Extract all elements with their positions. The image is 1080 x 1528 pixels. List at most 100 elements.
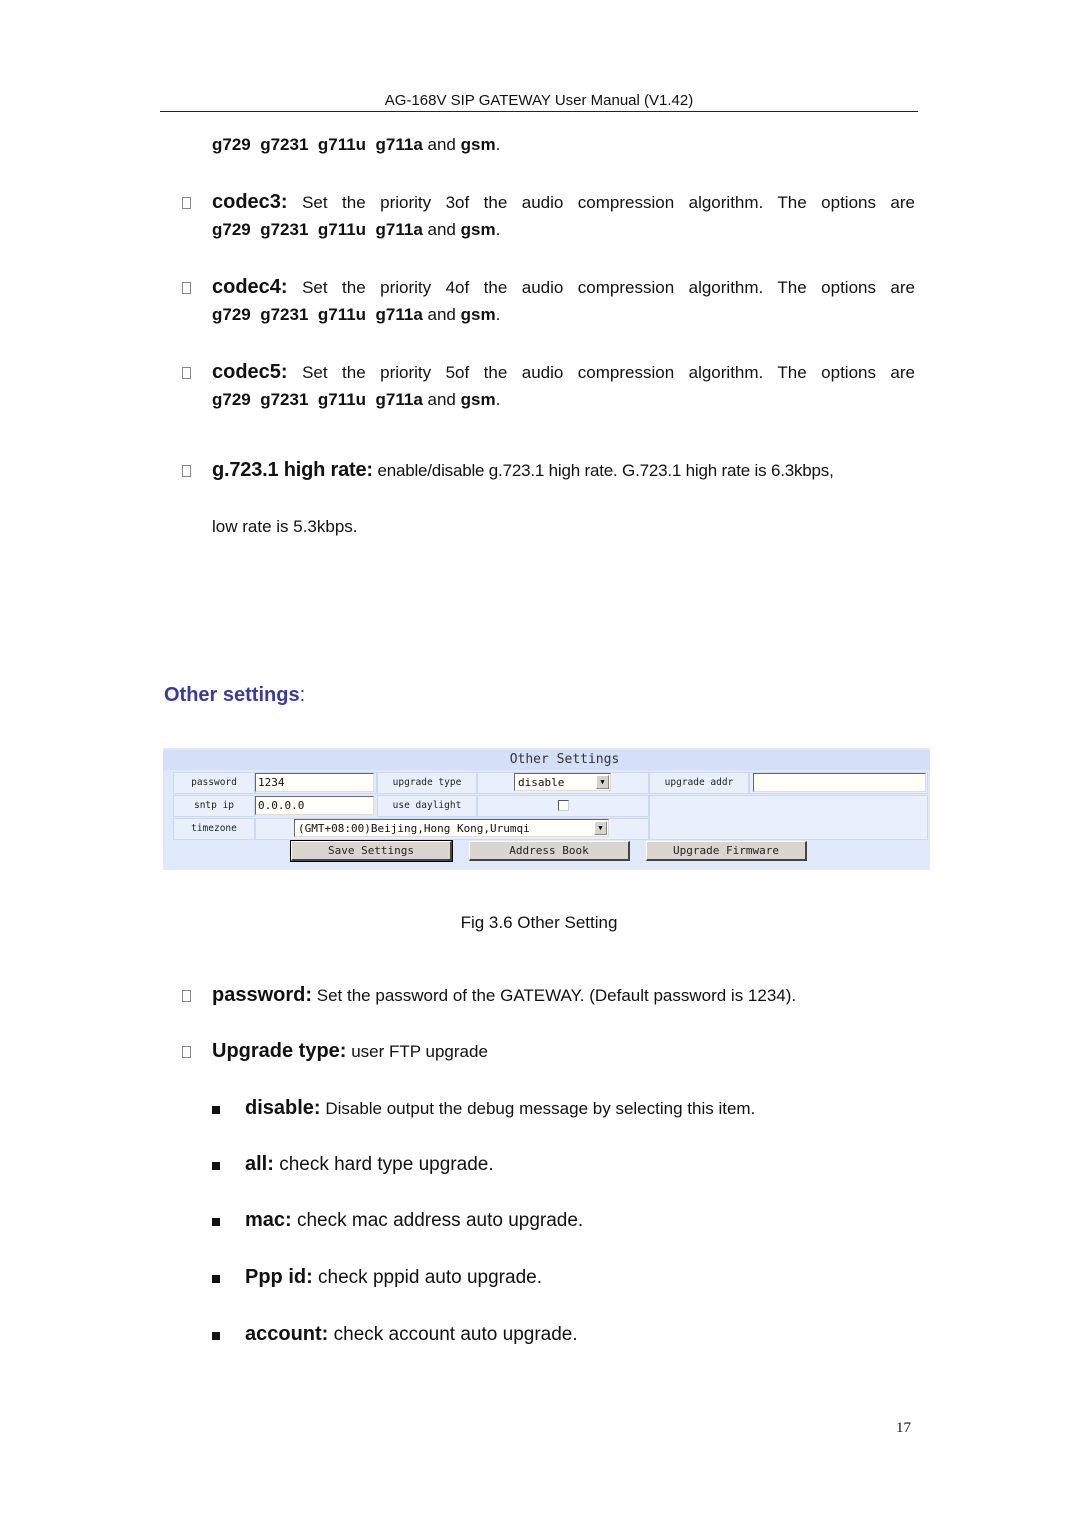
page-number: 17 (896, 1420, 911, 1436)
timezone-value: (GMT+08:00)Beijing,Hong Kong,Urumqi (298, 822, 530, 835)
option-desc: check hard type upgrade. (279, 1154, 494, 1175)
password-input[interactable]: 1234 (255, 773, 374, 792)
codec-options-line: g729 g7231 g711u g711a and gsm. (212, 301, 915, 328)
item-text: Upgrade type: user FTP upgrade (212, 1038, 915, 1065)
opt-gsm: gsm (460, 305, 496, 324)
item-term: codec4: (212, 276, 288, 298)
upgrade-addr-input[interactable] (753, 773, 926, 792)
sntp-ip-label: sntp ip (173, 795, 255, 817)
item-text: codec5: Set the priority 5of the audio c… (212, 359, 915, 386)
option-term: mac: (245, 1209, 292, 1231)
sntp-ip-input[interactable]: 0.0.0.0 (255, 796, 374, 815)
bullet-box-icon (182, 990, 191, 1002)
figure-caption: Fig 3.6 Other Setting (460, 913, 618, 932)
square-bullet-icon (212, 1332, 220, 1340)
running-header: AG-168V SIP GATEWAY User Manual (V1.42) (384, 92, 694, 109)
section-title-colon: : (299, 684, 306, 706)
upgrade-option: all: check hard type upgrade. (212, 1153, 494, 1176)
option-term: account: (245, 1323, 329, 1345)
save-settings-button[interactable]: Save Settings (290, 840, 453, 862)
use-daylight-label: use daylight (377, 795, 477, 817)
item-desc: Set the password of the GATEWAY. (Defaul… (316, 986, 797, 1005)
opt-g7231: g7231 (260, 220, 309, 239)
opt-and: and (427, 390, 456, 409)
option-desc: check mac address auto upgrade. (296, 1210, 584, 1231)
codec3-item: codec3: Set the priority 3of the audio c… (182, 189, 915, 243)
item-term: Upgrade type: (212, 1040, 347, 1062)
bullet-box-icon (182, 465, 191, 477)
timezone-select[interactable]: (GMT+08:00)Beijing,Hong Kong,Urumqi ▼ (294, 819, 609, 837)
address-book-button[interactable]: Address Book (469, 841, 630, 861)
item-desc: user FTP upgrade (351, 1042, 488, 1061)
item-term: codec3: (212, 191, 288, 213)
option-term: Ppp id: (245, 1266, 313, 1288)
upgrade-option: disable: Disable output the debug messag… (212, 1097, 755, 1120)
opt-period: . (495, 390, 501, 409)
opt-g711u: g711u (317, 305, 367, 324)
option-text: account: check account auto upgrade. (245, 1323, 578, 1345)
option-desc: check pppid auto upgrade. (318, 1267, 542, 1288)
opt-gsm: gsm (460, 135, 496, 154)
codec4-item: codec4: Set the priority 4of the audio c… (182, 274, 915, 328)
bullet-box-icon (182, 367, 191, 379)
g7231-item: g.723.1 high rate: enable/disable g.723.… (182, 457, 915, 540)
opt-gsm: gsm (460, 390, 496, 409)
item-continuation: low rate is 5.3kbps. (212, 517, 358, 536)
item-desc: Set the priority 4of the audio compressi… (302, 278, 915, 297)
opt-g7231: g7231 (260, 305, 309, 324)
header-rule (160, 111, 918, 112)
upgrade-option: account: check account auto upgrade. (212, 1323, 578, 1346)
empty-cell (649, 795, 928, 840)
option-text: disable: Disable output the debug messag… (245, 1097, 755, 1119)
upgrade-option: Ppp id: check pppid auto upgrade. (212, 1266, 542, 1289)
option-text: Ppp id: check pppid auto upgrade. (245, 1266, 542, 1288)
item-desc: Set the priority 3of the audio compressi… (302, 193, 915, 212)
bullet-box-icon (182, 282, 191, 294)
item-desc: enable/disable g.723.1 high rate. G.723.… (377, 461, 834, 480)
opt-period: . (495, 220, 501, 239)
opt-g711a: g711a (375, 390, 423, 409)
item-text: codec3: Set the priority 3of the audio c… (212, 189, 915, 216)
opt-g729: g729 (212, 135, 251, 154)
section-title: Other settings: (164, 684, 305, 707)
use-daylight-checkbox[interactable] (558, 800, 569, 811)
opt-g711u: g711u (317, 390, 367, 409)
item-text: g.723.1 high rate: enable/disable g.723.… (212, 457, 915, 484)
opt-g711a: g711a (375, 305, 423, 324)
section-title-text: Other settings (164, 684, 300, 706)
opt-and: and (427, 305, 456, 324)
opt-period: . (495, 305, 501, 324)
upgrade-type-select[interactable]: disable ▼ (514, 773, 611, 791)
codec5-item: codec5: Set the priority 5of the audio c… (182, 359, 915, 413)
dropdown-arrow-icon[interactable]: ▼ (596, 775, 609, 789)
item-desc: Set the priority 5of the audio compressi… (302, 363, 915, 382)
opt-g729: g729 (212, 220, 251, 239)
upgrade-type-value: disable (518, 776, 565, 789)
opt-g711a: g711a (375, 135, 423, 154)
opt-g7231: g7231 (260, 135, 309, 154)
panel-title: Other Settings (163, 750, 930, 770)
timezone-label: timezone (173, 818, 255, 840)
password-label: password (173, 772, 255, 794)
opt-and: and (427, 135, 456, 154)
option-term: disable: (245, 1097, 321, 1119)
square-bullet-icon (212, 1162, 220, 1170)
codec-options-line: g729 g7231 g711u g711a and gsm. (212, 135, 500, 155)
item-term: password: (212, 984, 313, 1006)
upgrade-type-label: upgrade type (377, 772, 477, 794)
dropdown-arrow-icon[interactable]: ▼ (594, 821, 607, 835)
upgrade-addr-label: upgrade addr (649, 772, 749, 794)
opt-g711u: g711u (317, 135, 367, 154)
opt-g729: g729 (212, 305, 251, 324)
item-term: codec5: (212, 361, 288, 383)
square-bullet-icon (212, 1106, 220, 1114)
option-text: all: check hard type upgrade. (245, 1153, 494, 1175)
square-bullet-icon (212, 1218, 220, 1226)
square-bullet-icon (212, 1275, 220, 1283)
option-term: all: (245, 1153, 274, 1175)
opt-and: and (427, 220, 456, 239)
upgrade-firmware-button[interactable]: Upgrade Firmware (646, 841, 807, 861)
opt-g7231: g7231 (260, 390, 309, 409)
option-desc: check account auto upgrade. (333, 1324, 578, 1345)
item-text: codec4: Set the priority 4of the audio c… (212, 274, 915, 301)
